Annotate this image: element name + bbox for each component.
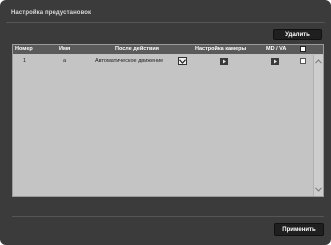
table-row: 1 a Автоматическое движение bbox=[13, 55, 313, 67]
title-divider bbox=[6, 22, 325, 23]
chevron-right-icon bbox=[222, 59, 226, 64]
row-number: 1 bbox=[23, 58, 27, 64]
after-action-value: Автоматическое движение bbox=[95, 58, 164, 64]
chevron-up-icon bbox=[315, 59, 322, 64]
row-checkbox[interactable] bbox=[300, 58, 306, 64]
chevron-down-icon bbox=[315, 187, 322, 192]
header-camera-setup: Настройка камеры bbox=[195, 46, 247, 52]
chevron-right-icon bbox=[273, 59, 277, 64]
row-name: a bbox=[63, 58, 67, 64]
md-va-button[interactable] bbox=[271, 58, 279, 65]
after-action-dropdown[interactable] bbox=[178, 57, 187, 65]
header-after-action: После действия bbox=[115, 46, 159, 52]
delete-button[interactable]: Удалить bbox=[273, 29, 322, 40]
presets-table: Номер Имя После действия Настройка камер… bbox=[12, 44, 324, 197]
header-md-va: MD / VA bbox=[266, 46, 287, 52]
bottom-divider bbox=[12, 216, 324, 217]
apply-button[interactable]: Применить bbox=[274, 223, 324, 236]
panel-title: Настройка предустановок bbox=[11, 10, 92, 16]
chevron-down-icon bbox=[179, 58, 186, 64]
camera-setup-button[interactable] bbox=[220, 58, 228, 65]
preset-settings-panel: Настройка предустановок Удалить Номер Им… bbox=[0, 0, 331, 245]
header-name: Имя bbox=[59, 46, 71, 52]
scroll-up-button[interactable] bbox=[314, 57, 323, 66]
header-number: Номер bbox=[15, 46, 33, 52]
scroll-down-button[interactable] bbox=[314, 185, 323, 194]
table-scrollbar[interactable] bbox=[313, 55, 323, 196]
select-all-checkbox[interactable] bbox=[300, 46, 306, 52]
table-header: Номер Имя После действия Настройка камер… bbox=[13, 45, 323, 54]
